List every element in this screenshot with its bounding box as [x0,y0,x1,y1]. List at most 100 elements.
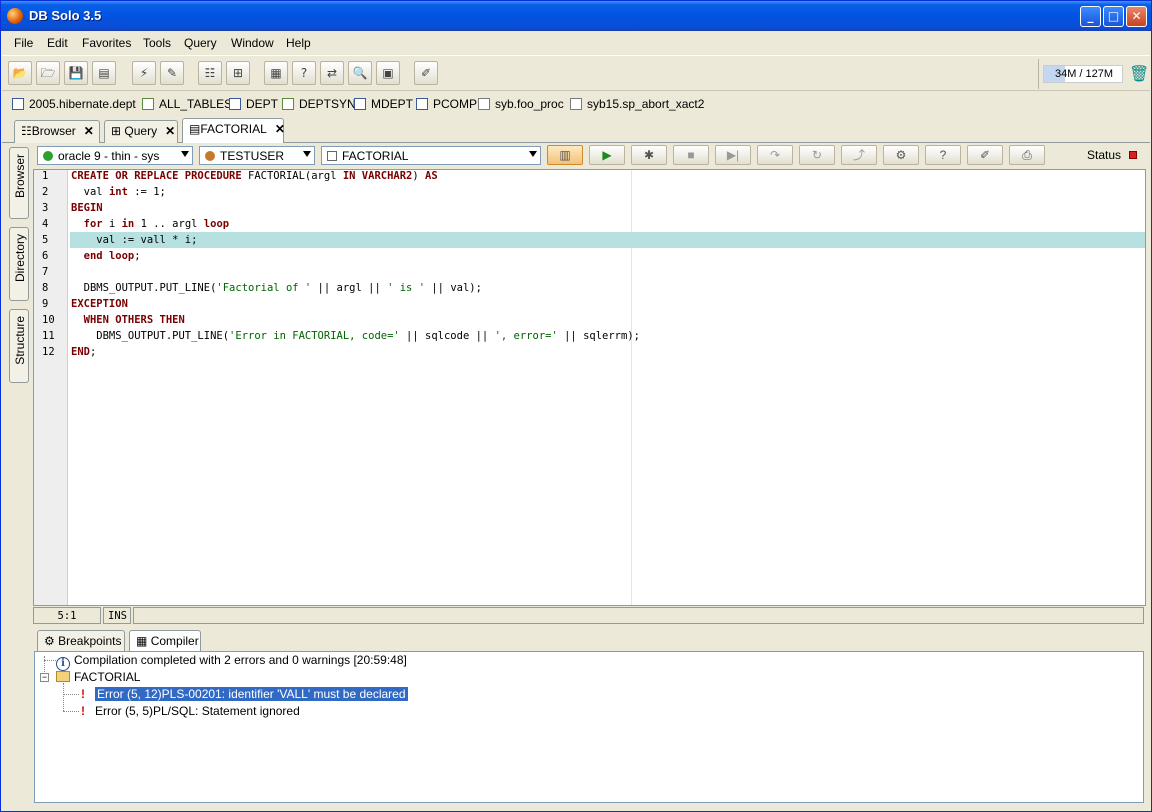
compiler-node-row[interactable]: FACTORIAL [56,670,140,684]
code-editor[interactable]: 1 2 3 4 5 6 7 8 9 10 11 12 CREATE OR REP… [33,169,1146,606]
tab-factorial[interactable]: ▤FACTORIAL ✕ [182,118,285,143]
line-number: 6 [42,250,49,262]
side-tab-browser[interactable]: Browser [9,147,29,219]
compiler-output-tree[interactable]: i Compilation completed with 2 errors and… [34,651,1144,803]
title-bar[interactable]: DB Solo 3.5 _ □ ✕ [1,1,1151,31]
folder-open-icon [56,671,70,682]
compiler-error-row[interactable]: ! Error (5, 5)PL/SQL: Statement ignored [81,704,300,718]
menu-bar: File Edit Favorites Tools Query Window H… [2,31,1150,55]
open-icon[interactable]: 📂 [8,61,32,85]
code-line: CREATE OR REPLACE PROCEDURE FACTORIAL(ar… [71,170,438,182]
info-icon: i [56,657,70,671]
synonym-icon [282,98,294,110]
line-number: 2 [42,186,49,198]
step-out-button[interactable]: ⤴ [841,145,877,165]
save-icon[interactable]: 💾 [64,61,88,85]
compiler-error-row[interactable]: ! Error (5, 12)PLS-00201: identifier 'VAL… [81,687,408,701]
close-tab-icon[interactable]: ✕ [165,124,175,138]
favorite-item[interactable]: syb.foo_proc [478,97,564,111]
menu-edit[interactable]: Edit [47,36,68,50]
line-number: 10 [42,314,55,326]
edit-icon[interactable]: ✐ [414,61,438,85]
print-button[interactable]: ⎙ [1009,145,1045,165]
favorite-item[interactable]: ALL_TABLES [142,97,232,111]
compiler-icon: ▦ [136,634,148,648]
main-toolbar: 📂 🗁 💾 ▤ ⚡ ✎ ☷ ⊞ ▦ ? ⇄ 🔍 ▣ ✐ 34M / 127M 🗑 [2,55,1150,91]
server-select[interactable]: oracle 9 - thin - sys [37,146,193,165]
user-select[interactable]: TESTUSER [199,146,315,165]
favorite-item[interactable]: DEPTSYN [282,97,356,111]
report-icon[interactable]: ▣ [376,61,400,85]
resume-button[interactable]: ▶| [715,145,751,165]
run-button[interactable]: ▶ [589,145,625,165]
menu-tools[interactable]: Tools [143,36,171,50]
toggle-breakpoint-button[interactable]: ▥ [547,145,583,165]
compiler-summary-row[interactable]: i Compilation completed with 2 errors and… [56,653,407,671]
code-line: EXCEPTION [71,298,128,310]
code-line: end loop; [83,250,141,262]
compare-icon[interactable]: ⇄ [320,61,344,85]
close-tab-icon[interactable]: ✕ [275,122,285,136]
format-button[interactable]: ✐ [967,145,1003,165]
schema-icon[interactable]: ▦ [264,61,288,85]
open-recent-icon[interactable]: 🗁 [36,61,60,85]
error-icon: ! [81,704,85,718]
browser-icon[interactable]: ☷ [198,61,222,85]
tab-compiler[interactable]: ▦ Compiler [129,630,201,651]
search-icon[interactable]: 🔍 [348,61,372,85]
step-over-button[interactable]: ↷ [757,145,793,165]
menu-favorites[interactable]: Favorites [82,36,131,50]
minimize-button[interactable]: _ [1080,6,1101,27]
compile-button[interactable]: ⚙ [883,145,919,165]
memory-label: 34M / 127M [1054,68,1114,80]
tree-guide [63,683,64,711]
connect-icon[interactable]: ⚡ [132,61,156,85]
side-tab-structure[interactable]: Structure [9,309,29,383]
debug-button[interactable]: ✱ [631,145,667,165]
close-tab-icon[interactable]: ✕ [84,124,94,138]
save-all-icon[interactable]: ▤ [92,61,116,85]
app-window: DB Solo 3.5 _ □ ✕ File Edit Favorites To… [0,0,1152,812]
maximize-button[interactable]: □ [1103,6,1124,27]
tab-query[interactable]: ⊞ Query ✕ [104,120,178,143]
object-select[interactable]: FACTORIAL [321,146,541,165]
stop-button[interactable]: ■ [673,145,709,165]
step-into-button[interactable]: ↻ [799,145,835,165]
chevron-down-icon [529,151,537,157]
favorite-item[interactable]: PCOMP [416,97,477,111]
garbage-collect-icon[interactable]: 🗑 [1129,65,1149,83]
line-number: 3 [42,202,49,214]
disconnect-icon[interactable]: ✎ [160,61,184,85]
procedure-icon: ▤ [189,122,201,136]
close-button[interactable]: ✕ [1126,6,1147,27]
breakpoints-icon: ⚙ [44,634,55,648]
favorite-item[interactable]: syb15.sp_abort_xact2 [570,97,704,111]
favorite-item[interactable]: DEPT [229,97,278,111]
query-icon[interactable]: ⊞ [226,61,250,85]
favorites-bar: 2005.hibernate.dept ALL_TABLES DEPT DEPT… [2,91,1150,117]
favorite-item[interactable]: 2005.hibernate.dept [12,97,136,111]
line-number-gutter: 1 2 3 4 5 6 7 8 9 10 11 12 [34,170,68,605]
menu-query[interactable]: Query [184,36,217,50]
browser-icon: ☷ [21,124,32,138]
menu-help[interactable]: Help [286,36,311,50]
code-line: WHEN OTHERS THEN [83,314,185,326]
window-title: DB Solo 3.5 [29,8,102,23]
side-tab-directory[interactable]: Directory [9,227,29,301]
app-icon [7,8,23,24]
tab-browser[interactable]: ☷Browser ✕ [14,120,100,143]
menu-file[interactable]: File [14,36,33,50]
tab-breakpoints[interactable]: ⚙ Breakpoints [37,630,125,651]
help-query-icon[interactable]: ? [292,61,316,85]
line-number: 7 [42,266,49,278]
help-button[interactable]: ? [925,145,961,165]
line-number: 4 [42,218,49,230]
table-icon [416,98,428,110]
favorite-item[interactable]: MDEPT [354,97,413,111]
collapse-icon[interactable]: − [40,673,49,682]
menu-window[interactable]: Window [231,36,274,50]
procedure-icon [570,98,582,110]
procedure-icon [478,98,490,110]
code-line: BEGIN [71,202,103,214]
